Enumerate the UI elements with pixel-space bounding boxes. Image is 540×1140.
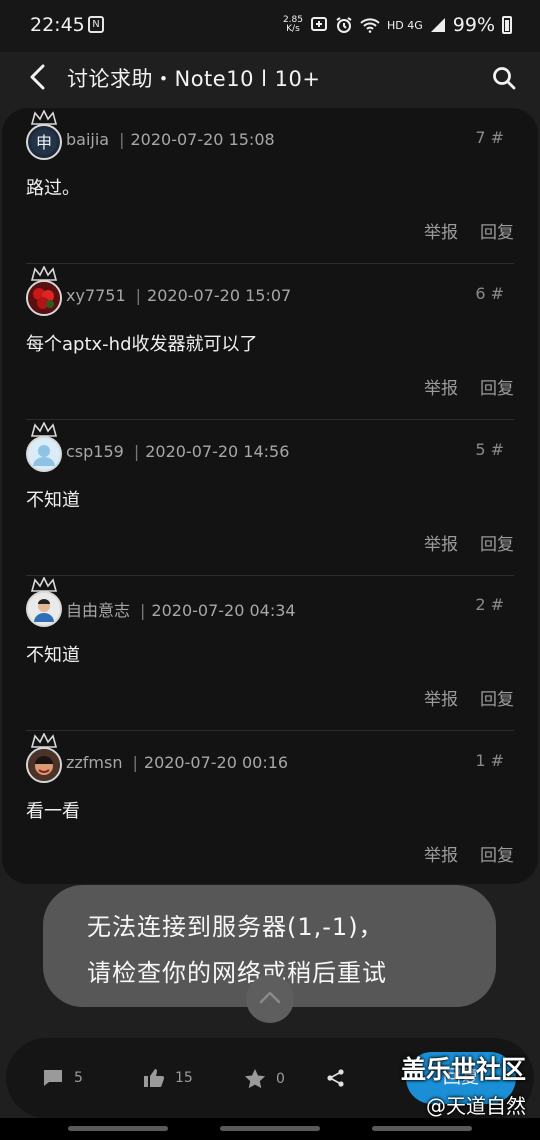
username[interactable]: 自由意志	[66, 601, 130, 620]
toast-message-line2: 请检查你的网络或稍后重试	[87, 959, 387, 987]
comments-count: 5	[74, 1070, 83, 1086]
nav-home[interactable]	[220, 1126, 320, 1131]
username[interactable]: baijia	[66, 130, 109, 149]
avatar[interactable]: 申	[26, 124, 62, 160]
floor-number: 2 #	[475, 595, 504, 614]
svg-text:申: 申	[36, 133, 52, 152]
reply-datetime: 2020-07-20 04:34	[151, 601, 296, 620]
share-icon	[327, 1069, 344, 1087]
comment-icon	[44, 1070, 62, 1086]
system-navigation-bar	[0, 1118, 540, 1140]
avatar[interactable]	[26, 747, 62, 783]
notification-icon: N	[88, 16, 104, 33]
status-icons: 2.85 K/s HD 4G 99%	[283, 14, 512, 36]
reply-datetime: 2020-07-20 14:56	[145, 442, 290, 461]
reply-content: 不知道	[26, 645, 80, 666]
reply-content: 不知道	[26, 490, 80, 511]
net-speed: 2.85 K/s	[282, 15, 303, 34]
alarm-icon	[336, 17, 352, 33]
vibrate-icon	[311, 17, 327, 31]
status-bar: 22:45 N 2.85 K/s HD 4G 99%	[0, 0, 540, 52]
watermark-author: @天道自然	[426, 1094, 526, 1118]
favorite-button[interactable]: 0	[244, 1068, 285, 1089]
top-app-bar: 讨论求助・Note10 l 10+	[0, 52, 540, 104]
reply-button[interactable]: 回复	[480, 218, 514, 243]
reply-content: 路过。	[26, 178, 80, 199]
avatar[interactable]	[26, 591, 62, 627]
reply-item: xy7751 | 2020-07-20 15:07 6 # 每个aptx-hd收发器…	[2, 264, 538, 420]
report-button[interactable]: 举报	[424, 374, 458, 399]
reply-button[interactable]: 回复	[480, 841, 514, 866]
battery-percent: 99%	[452, 14, 495, 36]
replies-list: 申 baijia | 2020-07-20 15:08 7 # 路过。 举报 回复 …	[2, 108, 538, 884]
reply-button[interactable]: 回复	[480, 374, 514, 399]
floor-number: 1 #	[475, 751, 504, 770]
reply-item: 自由意志 | 2020-07-20 04:34 2 # 不知道 举报 回复	[2, 575, 538, 731]
nav-back[interactable]	[372, 1126, 472, 1131]
scroll-top-button[interactable]	[246, 975, 294, 1023]
reply-button[interactable]: 回复	[480, 530, 514, 555]
watermark-title: 盖乐世社区	[400, 1055, 526, 1084]
star-icon	[245, 1069, 265, 1089]
nav-recents[interactable]	[68, 1126, 168, 1131]
reply-content: 每个aptx-hd收发器就可以了	[26, 334, 258, 355]
avatar[interactable]	[26, 436, 62, 472]
report-button[interactable]: 举报	[424, 841, 458, 866]
reply-meta: csp159 | 2020-07-20 14:56	[66, 442, 290, 461]
report-button[interactable]: 举报	[424, 685, 458, 710]
network-type: HD 4G	[387, 18, 423, 32]
comments-button[interactable]: 5	[42, 1068, 83, 1088]
reply-item: 申 baijia | 2020-07-20 15:08 7 # 路过。 举报 回复	[2, 108, 538, 264]
report-button[interactable]: 举报	[424, 530, 458, 555]
likes-count: 15	[175, 1070, 193, 1086]
thumbs-up-icon	[144, 1069, 165, 1087]
floor-number: 5 #	[475, 440, 504, 459]
status-time: 22:45	[30, 14, 85, 36]
reply-button[interactable]: 回复	[480, 685, 514, 710]
page-title: 讨论求助・Note10 l 10+	[67, 67, 321, 91]
reply-item: zzfmsn | 2020-07-20 00:16 1 # 看一看 举报 回复	[2, 731, 538, 884]
reply-meta: 自由意志 | 2020-07-20 04:34	[66, 601, 296, 620]
share-button[interactable]	[326, 1068, 346, 1088]
search-icon[interactable]	[490, 64, 518, 92]
reply-meta: xy7751 | 2020-07-20 15:07	[66, 286, 292, 305]
username[interactable]: zzfmsn	[66, 753, 123, 772]
floor-number: 6 #	[475, 284, 504, 303]
battery-icon	[502, 16, 512, 34]
avatar[interactable]	[26, 280, 62, 316]
toast-message-line1: 无法连接到服务器(1,-1)，	[87, 913, 384, 941]
reply-datetime: 2020-07-20 15:07	[147, 286, 292, 305]
username[interactable]: csp159	[66, 442, 124, 461]
chevron-up-icon	[259, 991, 281, 1004]
signal-icon	[430, 18, 445, 32]
floor-number: 7 #	[475, 128, 504, 147]
reply-meta: zzfmsn | 2020-07-20 00:16	[66, 753, 289, 772]
reply-datetime: 2020-07-20 15:08	[130, 130, 275, 149]
report-button[interactable]: 举报	[424, 218, 458, 243]
favorites-count: 0	[276, 1070, 285, 1087]
wifi-icon	[360, 18, 380, 33]
username[interactable]: xy7751	[66, 286, 126, 305]
reply-content: 看一看	[26, 801, 80, 822]
reply-meta: baijia | 2020-07-20 15:08	[66, 130, 275, 149]
like-button[interactable]: 15	[143, 1068, 193, 1088]
reply-datetime: 2020-07-20 00:16	[143, 753, 289, 772]
chevron-left-icon[interactable]	[24, 62, 54, 92]
reply-item: csp159 | 2020-07-20 14:56 5 # 不知道 举报 回复	[2, 420, 538, 576]
